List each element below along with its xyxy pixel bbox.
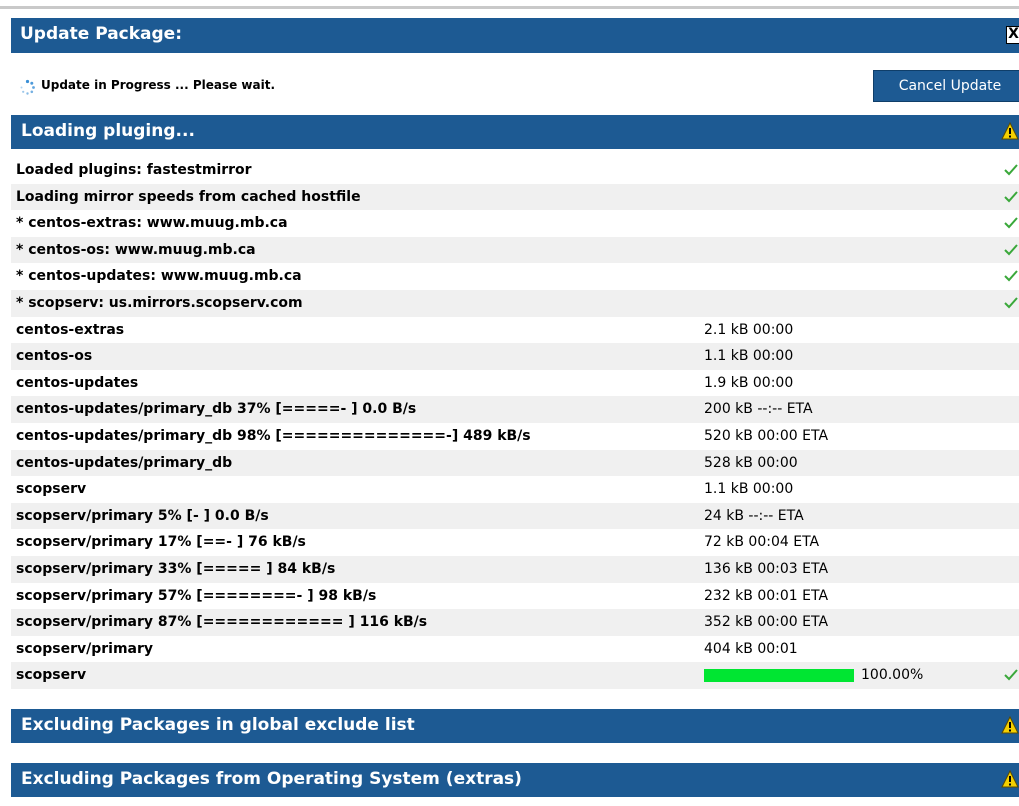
log-message: * centos-updates: www.muug.mb.ca [16, 268, 302, 285]
log-row: centos-updates/primary_db 528 kB 00:00 [11, 449, 1019, 477]
log-row: scopserv 1.1 kB 00:00 [11, 476, 1019, 503]
log-message: scopserv/primary [16, 640, 154, 657]
log-list: Loaded plugins: fastestmirror Loading mir… [11, 157, 1019, 689]
log-message: centos-extras [16, 321, 125, 338]
log-message: Loading mirror speeds from cached hostfi… [16, 188, 361, 205]
log-row: Loading mirror speeds from cached hostfi… [11, 183, 1019, 211]
log-row: Loaded plugins: fastestmirror [11, 157, 1019, 184]
progress-bar [704, 669, 854, 683]
log-row: scopserv/primary 33% [===== ] 84 kB/s 136… [11, 555, 1019, 583]
section-loading-plugins: Loading pluging... [11, 115, 1019, 149]
log-row: scopserv 100.00% [11, 662, 1019, 689]
warning-icon [1001, 770, 1019, 788]
log-message: scopserv/primary 33% [===== ] 84 kB/s [16, 560, 336, 577]
log-info: 200 kB --:-- ETA [704, 401, 813, 418]
spinner-icon [20, 79, 35, 95]
warning-icon [1001, 716, 1019, 734]
log-info: 1.1 kB 00:00 [704, 481, 794, 498]
checkmark-icon [1004, 164, 1018, 176]
log-row: * scopserv: us.mirrors.scopserv.com [11, 289, 1019, 317]
log-info: 24 kB --:-- ETA [704, 507, 804, 524]
cancel-update-button[interactable]: Cancel Update [873, 70, 1019, 102]
log-info: 528 kB 00:00 [704, 454, 798, 471]
log-message: centos-updates/primary_db [16, 454, 233, 471]
log-row: scopserv/primary 17% [==- ] 76 kB/s 72 kB… [11, 529, 1019, 556]
checkmark-icon [1004, 297, 1018, 309]
progress-status-row: Update in Progress ... Please wait. Canc… [11, 65, 1019, 105]
log-row: * centos-extras: www.muug.mb.ca [11, 210, 1019, 237]
checkmark-icon [1004, 244, 1018, 256]
log-message: centos-updates/primary_db 98% [=========… [16, 427, 531, 444]
log-message: scopserv/primary 57% [========- ] 98 kB/… [16, 587, 377, 604]
progress-percent: 100.00% [861, 667, 924, 684]
log-message: * centos-os: www.muug.mb.ca [16, 241, 256, 258]
log-message: * centos-extras: www.muug.mb.ca [16, 215, 288, 232]
close-button[interactable]: X [1006, 26, 1019, 44]
log-message: centos-updates/primary_db 37% [=====- ] … [16, 401, 417, 418]
log-row: centos-updates/primary_db 37% [=====- ] … [11, 396, 1019, 423]
log-message: Loaded plugins: fastestmirror [16, 162, 252, 178]
log-info: 404 kB 00:01 [704, 640, 798, 657]
log-info: 72 kB 00:04 ETA [704, 534, 820, 551]
log-message: scopserv [16, 667, 87, 684]
log-row: scopserv/primary 87% [============ ] 116… [11, 609, 1019, 636]
progress-status-text: Update in Progress ... Please wait. [41, 78, 276, 92]
log-message: scopserv/primary 17% [==- ] 76 kB/s [16, 534, 306, 551]
log-row: centos-extras 2.1 kB 00:00 [11, 316, 1019, 344]
log-info: 136 kB 00:03 ETA [704, 560, 829, 577]
log-message: scopserv/primary 87% [============ ] 116… [16, 614, 428, 631]
section-os-extras-exclude: Excluding Packages from Operating System… [11, 763, 1019, 797]
log-row: centos-updates/primary_db 98% [=========… [11, 422, 1019, 450]
log-info: 1.9 kB 00:00 [704, 374, 794, 391]
section-title: Excluding Packages from Operating System… [21, 769, 522, 789]
log-info: 1.1 kB 00:00 [704, 348, 794, 365]
log-info: 352 kB 00:00 ETA [704, 614, 829, 631]
log-row: scopserv/primary 57% [========- ] 98 kB/… [11, 582, 1019, 610]
log-message: scopserv [16, 481, 87, 498]
log-row: * centos-updates: www.muug.mb.ca [11, 263, 1019, 290]
log-message: centos-os [16, 348, 93, 365]
log-info: 2.1 kB 00:00 [704, 321, 794, 338]
log-row: centos-updates 1.9 kB 00:00 [11, 369, 1019, 397]
log-info: 232 kB 00:01 ETA [704, 587, 829, 604]
checkmark-icon [1004, 669, 1018, 681]
log-message: scopserv/primary 5% [- ] 0.0 B/s [16, 507, 269, 524]
log-row: centos-os 1.1 kB 00:00 [11, 343, 1019, 370]
section-global-exclude: Excluding Packages in global exclude lis… [11, 709, 1019, 743]
log-row: scopserv/primary 404 kB 00:01 [11, 635, 1019, 663]
checkmark-icon [1004, 217, 1018, 229]
checkmark-icon [1004, 190, 1018, 203]
log-message: * scopserv: us.mirrors.scopserv.com [16, 294, 303, 311]
section-title: Loading pluging... [21, 121, 195, 141]
top-edge [0, 0, 1019, 9]
log-row: * centos-os: www.muug.mb.ca [11, 236, 1019, 264]
log-row: scopserv/primary 5% [- ] 0.0 B/s 24 kB --… [11, 502, 1019, 530]
dialog-titlebar: Update Package: X [11, 18, 1019, 53]
dialog-title: Update Package: [20, 24, 183, 44]
section-title: Excluding Packages in global exclude lis… [21, 715, 415, 735]
log-info: 520 kB 00:00 ETA [704, 427, 829, 444]
log-message: centos-updates [16, 374, 139, 391]
warning-icon [1001, 122, 1019, 140]
checkmark-icon [1004, 270, 1018, 282]
